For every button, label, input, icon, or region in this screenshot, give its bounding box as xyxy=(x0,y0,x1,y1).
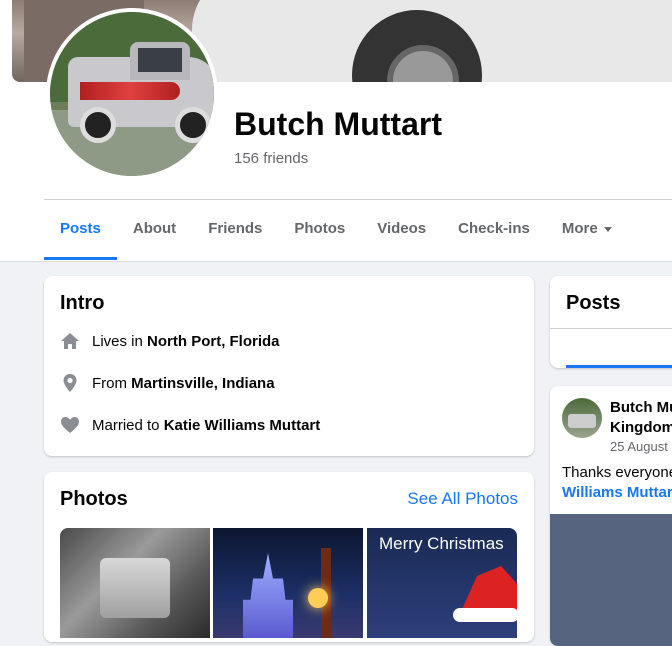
tab-photos[interactable]: Photos xyxy=(278,200,361,260)
photo-thumbnail-christmas[interactable]: Merry Christmas xyxy=(367,528,517,638)
post-text: Thanks everyone xyxy=(562,464,672,481)
post-mention-link[interactable]: Williams Muttar xyxy=(562,484,672,501)
intro-title: Intro xyxy=(60,292,105,314)
married-prefix: Married to xyxy=(92,416,160,434)
posts-title: Posts xyxy=(566,292,621,314)
tab-more[interactable]: More xyxy=(546,200,628,260)
post-author-line1: Butch Mu xyxy=(610,399,672,416)
post-image[interactable] xyxy=(550,514,672,646)
from-prefix: From xyxy=(92,374,127,392)
lives-place[interactable]: North Port, Florida xyxy=(147,333,280,350)
location-pin-icon xyxy=(60,373,80,393)
caret-down-icon xyxy=(603,226,612,232)
heart-icon xyxy=(60,415,80,435)
post-card: Butch Mu Kingdom 25 August Thanks everyo… xyxy=(550,386,672,646)
photos-title: Photos xyxy=(60,488,128,510)
from-place[interactable]: Martinsville, Indiana xyxy=(131,375,274,392)
posts-header-card: Posts xyxy=(550,276,672,368)
photo-christmas-text: Merry Christmas xyxy=(379,534,504,553)
posts-divider xyxy=(550,328,672,329)
lives-prefix: Lives in xyxy=(92,332,143,350)
tab-posts[interactable]: Posts xyxy=(44,200,117,260)
photo-thumbnail-engine[interactable] xyxy=(60,528,210,638)
profile-avatar[interactable] xyxy=(46,8,218,180)
intro-card: Intro Lives in North Port, Florida From … xyxy=(44,276,534,456)
post-author-line2: Kingdom xyxy=(610,419,672,436)
intro-lives: Lives in North Port, Florida xyxy=(60,331,280,351)
tab-about[interactable]: About xyxy=(117,200,192,260)
see-all-photos-link[interactable]: See All Photos xyxy=(407,489,518,509)
profile-tabs: Posts About Friends Photos Videos Check-… xyxy=(44,200,628,260)
posts-active-indicator xyxy=(566,365,672,368)
tab-friends[interactable]: Friends xyxy=(192,200,278,260)
post-date[interactable]: 25 August xyxy=(610,439,668,454)
tab-check-ins[interactable]: Check-ins xyxy=(442,200,546,260)
intro-from: From Martinsville, Indiana xyxy=(60,373,275,393)
married-name[interactable]: Katie Williams Muttart xyxy=(164,417,321,434)
post-avatar[interactable] xyxy=(562,398,602,438)
tab-videos[interactable]: Videos xyxy=(361,200,442,260)
post-author[interactable]: Butch Mu Kingdom xyxy=(610,398,672,438)
photos-card: Photos See All Photos Merry Christmas xyxy=(44,472,534,642)
friends-count[interactable]: 156 friends xyxy=(234,150,308,167)
home-icon xyxy=(60,331,80,351)
photo-thumbnail-castle[interactable] xyxy=(213,528,363,638)
intro-married: Married to Katie Williams Muttart xyxy=(60,415,320,435)
profile-name: Butch Muttart xyxy=(234,106,442,142)
tab-more-label: More xyxy=(561,220,598,237)
